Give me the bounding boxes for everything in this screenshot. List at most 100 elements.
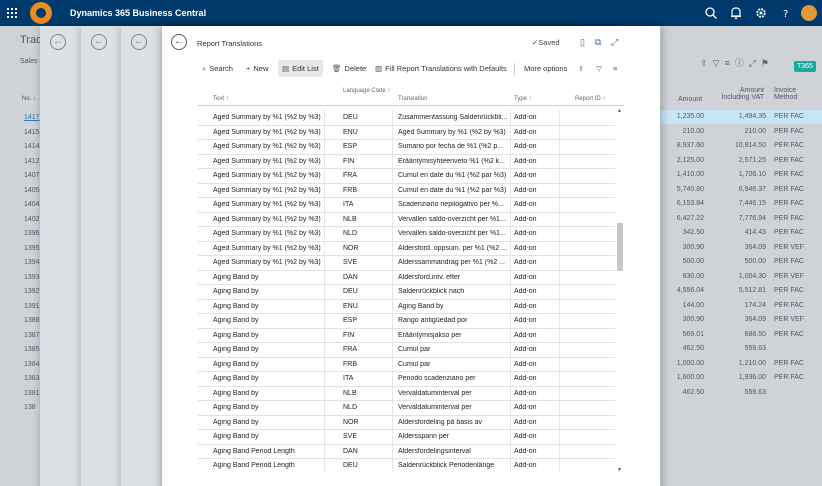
background-number-cell[interactable]: 1387: [24, 332, 40, 339]
cell-type[interactable]: Add-on: [514, 230, 559, 237]
cell-translation[interactable]: Scadenziario riepilogativo per %...: [398, 201, 510, 208]
table-row[interactable]: Aged Summary by %1 (%2 by %3) FIN Erääntym…: [198, 155, 615, 169]
table-row[interactable]: Aged Summary by %1 (%2 by %3) NOR Aldersfo…: [198, 242, 615, 256]
background-number-cell[interactable]: 1391: [24, 303, 40, 310]
background-number-cell[interactable]: 1393: [24, 274, 40, 281]
table-row[interactable]: Aged Summary by %1 (%2 by %3) SVE Ålderssa…: [198, 256, 615, 271]
cell-translation[interactable]: Aldersfordelingsinterval: [398, 448, 510, 455]
cell-lang[interactable]: FRB: [343, 361, 388, 368]
table-row[interactable]: Aged Summary by %1 (%2 by %3) FRA Cumul en…: [198, 169, 615, 184]
cell-lang[interactable]: DAN: [343, 448, 388, 455]
scroll-down-arrow-icon[interactable]: ▼: [617, 467, 622, 473]
back-icon[interactable]: ←: [91, 34, 107, 50]
cell-text[interactable]: Aging Band by: [213, 332, 325, 339]
gear-icon[interactable]: [754, 6, 768, 20]
cell-type[interactable]: Add-on: [514, 143, 559, 150]
bell-icon[interactable]: [729, 6, 743, 20]
table-row[interactable]: Aging Band by NOR Aldersfordeling på basis…: [198, 416, 615, 430]
cell-lang[interactable]: ITA: [343, 201, 388, 208]
cell-translation[interactable]: Vervallen saldo-overzicht per %1...: [398, 230, 510, 237]
cell-lang[interactable]: DAN: [343, 274, 388, 281]
cell-type[interactable]: Add-on: [514, 419, 559, 426]
cell-type[interactable]: Add-on: [514, 274, 559, 281]
list-view-icon[interactable]: ≡: [609, 60, 621, 77]
cell-lang[interactable]: NLB: [343, 390, 388, 397]
column-header-language-code[interactable]: Language Code ↑: [343, 87, 391, 95]
cell-translation[interactable]: Saldenrückblick Periodenlänge: [398, 462, 510, 469]
cell-translation[interactable]: Ålderssammandrag per %1 (%2 ...: [398, 259, 510, 266]
table-row[interactable]: Aging Band by DEU Saldenrückblick nach Add-…: [198, 285, 615, 300]
cell-text[interactable]: Aging Band by: [213, 419, 325, 426]
background-number-cell[interactable]: 1415: [24, 129, 40, 136]
cell-translation[interactable]: Saldenrückblick nach: [398, 288, 510, 295]
search-button[interactable]: ⌕ Search: [198, 60, 237, 77]
company-logo[interactable]: [30, 2, 52, 24]
background-number-cell[interactable]: 1396: [24, 230, 40, 237]
cell-text[interactable]: Aging Band by: [213, 274, 325, 281]
background-number-cell[interactable]: 1383: [24, 375, 40, 382]
table-row[interactable]: Aging Band by FRA Cumul par Add-on: [198, 343, 615, 358]
cell-translation[interactable]: Aging Band by: [398, 303, 510, 310]
cell-translation[interactable]: Aldersfordeling på basis av: [398, 419, 510, 426]
cell-lang[interactable]: DEU: [343, 462, 388, 469]
edit-list-button[interactable]: ▤ Edit List: [278, 60, 323, 77]
cell-text[interactable]: Aging Band by: [213, 375, 325, 382]
table-row[interactable]: Aging Band by ESP Rango antigüedad por Add-…: [198, 314, 615, 329]
cell-lang[interactable]: ESP: [343, 317, 388, 324]
cell-type[interactable]: Add-on: [514, 433, 559, 440]
cell-lang[interactable]: NLB: [343, 216, 388, 223]
background-number-cell[interactable]: 1414: [24, 143, 40, 150]
cell-lang[interactable]: NLD: [343, 404, 388, 411]
filter-icon[interactable]: ▽: [592, 60, 606, 77]
cell-type[interactable]: Add-on: [514, 332, 559, 339]
cell-lang[interactable]: FIN: [343, 332, 388, 339]
cell-type[interactable]: Add-on: [514, 303, 559, 310]
background-number-cell[interactable]: 1392: [24, 288, 40, 295]
column-header-text[interactable]: Text ↑: [213, 95, 229, 103]
table-row[interactable]: Aging Band by SVE Åldersspann per Add-on: [198, 430, 615, 445]
cell-text[interactable]: Aged Summary by %1 (%2 by %3): [213, 259, 325, 266]
share-icon[interactable]: ⇪: [574, 60, 588, 77]
cell-lang[interactable]: NOR: [343, 419, 388, 426]
table-row[interactable]: Aging Band by NLD Vervaldatuminterval per A…: [198, 401, 615, 416]
cell-type[interactable]: Add-on: [514, 129, 559, 136]
cell-lang[interactable]: FRB: [343, 187, 388, 194]
cell-translation[interactable]: Cumul en date du %1 (%2 par %3): [398, 187, 510, 194]
background-number-cell[interactable]: 1395: [24, 245, 40, 252]
cell-type[interactable]: Add-on: [514, 448, 559, 455]
cell-type[interactable]: Add-on: [514, 462, 559, 469]
background-number-cell[interactable]: 1412: [24, 158, 40, 165]
cell-type[interactable]: Add-on: [514, 172, 559, 179]
table-row[interactable]: Aging Band Period Length DAN Aldersfordeli…: [198, 445, 615, 459]
cell-translation[interactable]: Periodo scadenziario per: [398, 375, 510, 382]
cell-lang[interactable]: FRA: [343, 346, 388, 353]
cell-lang[interactable]: FIN: [343, 158, 388, 165]
scroll-up-arrow-icon[interactable]: ▲: [617, 108, 622, 114]
background-number-cell[interactable]: 1417: [24, 114, 40, 121]
cell-text[interactable]: Aged Summary by %1 (%2 by %3): [213, 129, 325, 136]
cell-translation[interactable]: Sumario por fecha de %1 (%2 p...: [398, 143, 510, 150]
table-row[interactable]: Aged Summary by %1 (%2 by %3) ITA Scadenzi…: [198, 198, 615, 213]
cell-type[interactable]: Add-on: [514, 317, 559, 324]
cell-text[interactable]: Aging Band by: [213, 346, 325, 353]
background-number-cell[interactable]: 1404: [24, 201, 40, 208]
cell-translation[interactable]: Cumul par: [398, 361, 510, 368]
table-row[interactable]: Aging Band by ITA Periodo scadenziario per…: [198, 372, 615, 387]
background-number-cell[interactable]: 1402: [24, 216, 40, 223]
cell-translation[interactable]: Erääntymisjakso per: [398, 332, 510, 339]
cell-text[interactable]: Aging Band by: [213, 317, 325, 324]
cell-translation[interactable]: Vervaldatuminterval per: [398, 404, 510, 411]
cell-text[interactable]: Aged Summary by %1 (%2 by %3): [213, 114, 325, 121]
cell-lang[interactable]: ESP: [343, 143, 388, 150]
cell-type[interactable]: Add-on: [514, 288, 559, 295]
cell-text[interactable]: Aging Band by: [213, 288, 325, 295]
back-icon[interactable]: ←: [131, 34, 147, 50]
search-icon[interactable]: [704, 6, 718, 20]
cell-type[interactable]: Add-on: [514, 361, 559, 368]
fill-translations-button[interactable]: ▧ Fill Report Translations with Defaults: [371, 60, 511, 77]
cell-translation[interactable]: Aldersford.intv. efter: [398, 274, 510, 281]
cell-text[interactable]: Aging Band by: [213, 390, 325, 397]
table-row[interactable]: Aged Summary by %1 (%2 by %3) NLB Vervalle…: [198, 213, 615, 227]
cell-translation[interactable]: Aldersford. oppsum. per %1 (%2 ...: [398, 245, 510, 252]
cell-lang[interactable]: DEU: [343, 288, 388, 295]
